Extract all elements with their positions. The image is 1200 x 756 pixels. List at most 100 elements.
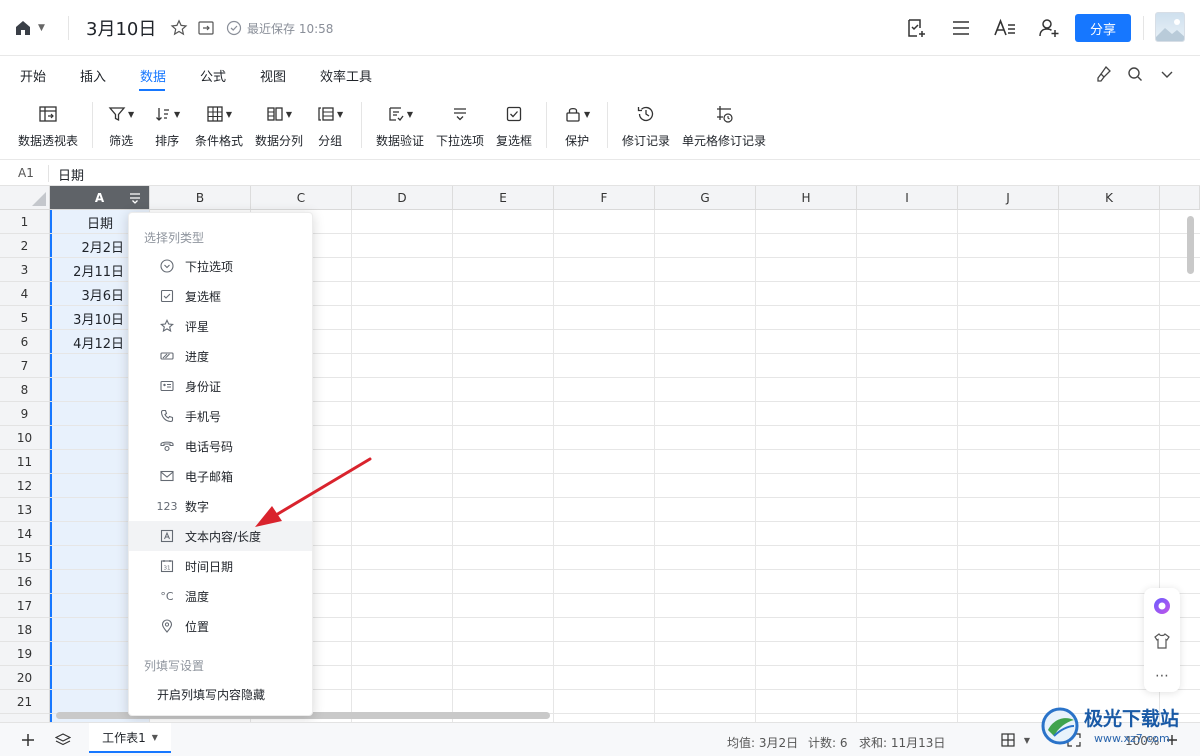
menu-item-star[interactable]: 评星 [129, 311, 312, 341]
row-header-17[interactable]: 17 [0, 594, 50, 618]
row-header-9[interactable]: 9 [0, 402, 50, 426]
menu-item-mail[interactable]: 电子邮箱 [129, 461, 312, 491]
column-header-f[interactable]: F [554, 186, 655, 210]
add-collaborator-icon[interactable] [1035, 14, 1063, 42]
column-header-c[interactable]: C [251, 186, 352, 210]
sheet-list-icon[interactable] [55, 732, 71, 748]
menu-item-label: 时间日期 [185, 559, 234, 574]
menu-item-telephone[interactable]: 电话号码 [129, 431, 312, 461]
row-header-19[interactable]: 19 [0, 642, 50, 666]
row-header-15[interactable]: 15 [0, 546, 50, 570]
dropdown-circle-icon [159, 258, 175, 274]
row-header-10[interactable]: 10 [0, 426, 50, 450]
stat-average: 均值: 3月2日 [727, 736, 799, 750]
column-header-i[interactable]: I [857, 186, 958, 210]
doc-add-icon[interactable] [902, 14, 930, 42]
conditional-format-button[interactable]: ▼ 条件格式 [195, 104, 243, 149]
tab-efficiency[interactable]: 效率工具 [320, 66, 372, 85]
menu-item-calendar[interactable]: 31 时间日期 [129, 551, 312, 581]
row-header-4[interactable]: 4 [0, 282, 50, 306]
filter-button[interactable]: ▼ 筛选 [108, 104, 134, 149]
row-header-14[interactable]: 14 [0, 522, 50, 546]
chevron-down-icon: ▼ [174, 109, 181, 119]
row-header-2[interactable]: 2 [0, 234, 50, 258]
row-header-1[interactable]: 1 [0, 210, 50, 234]
add-sheet-icon[interactable] [20, 732, 36, 748]
data-validation-button[interactable]: ▼ 数据验证 [376, 104, 424, 149]
skin-icon[interactable] [1152, 631, 1172, 651]
menu-item-id-card[interactable]: 身份证 [129, 371, 312, 401]
column-header-b[interactable]: B [150, 186, 251, 210]
row-header-7[interactable]: 7 [0, 354, 50, 378]
row-header-6[interactable]: 6 [0, 330, 50, 354]
checkbox-button[interactable]: 复选框 [496, 104, 532, 149]
doc-title[interactable]: 3月10日 [86, 15, 156, 41]
chevron-down-icon[interactable]: ▼ [152, 733, 158, 742]
revision-history-button[interactable]: 修订记录 [622, 104, 670, 149]
select-all-corner[interactable] [0, 186, 50, 210]
column-header-k[interactable]: K [1059, 186, 1160, 210]
group-button[interactable]: ▼ 分组 [317, 104, 343, 149]
tab-home[interactable]: 开始 [20, 66, 46, 85]
menu-item-progress[interactable]: 进度 [129, 341, 312, 371]
search-icon[interactable] [1121, 60, 1149, 88]
menu-item-temperature[interactable]: °C 温度 [129, 581, 312, 611]
menu-item-text[interactable]: 文本内容/长度 [129, 521, 312, 551]
filter-icon [108, 107, 126, 122]
cell-reference[interactable]: A1 [18, 166, 34, 180]
sheet-tab[interactable]: 工作表1 ▼ [89, 723, 171, 753]
cell-revision-history-button[interactable]: 单元格修订记录 [682, 104, 766, 149]
tab-view[interactable]: 视图 [260, 66, 286, 85]
row-header-11[interactable]: 11 [0, 450, 50, 474]
dropdown-option-button[interactable]: 下拉选项 [436, 104, 484, 149]
pivot-table-button[interactable]: 数据透视表 [18, 104, 78, 149]
column-header-a[interactable]: A [50, 186, 150, 210]
protect-button[interactable]: ▼ 保护 [564, 104, 590, 149]
grid-view-icon[interactable] [1000, 732, 1016, 748]
format-painter-icon[interactable] [1090, 60, 1118, 88]
ai-assistant-icon[interactable] [1152, 596, 1172, 616]
row-header-5[interactable]: 5 [0, 306, 50, 330]
tab-insert[interactable]: 插入 [80, 66, 106, 85]
dropdown-option-label: 下拉选项 [436, 134, 485, 148]
column-header-j[interactable]: J [958, 186, 1059, 210]
sort-button[interactable]: ▼ 排序 [154, 104, 180, 149]
menu-icon[interactable] [947, 14, 975, 42]
row-header-12[interactable]: 12 [0, 474, 50, 498]
menu-item-location[interactable]: 位置 [129, 611, 312, 641]
row-header-3[interactable]: 3 [0, 258, 50, 282]
move-to-icon[interactable] [196, 18, 216, 38]
row-header-20[interactable]: 20 [0, 666, 50, 690]
column-header-g[interactable]: G [655, 186, 756, 210]
row-header-18[interactable]: 18 [0, 618, 50, 642]
avatar[interactable] [1155, 12, 1185, 42]
pivot-table-icon [39, 106, 57, 122]
row-header-16[interactable]: 16 [0, 570, 50, 594]
share-button[interactable]: 分享 [1075, 14, 1131, 42]
split-column-button[interactable]: ▼ 数据分列 [255, 104, 303, 149]
star-icon[interactable] [169, 18, 189, 38]
chevron-down-icon: ▼ [584, 109, 591, 119]
column-header-h[interactable]: H [756, 186, 857, 210]
column-header-e[interactable]: E [453, 186, 554, 210]
menu-item-number[interactable]: 123 数字 [129, 491, 312, 521]
more-icon[interactable]: ⋯ [1152, 666, 1172, 686]
row-header-21[interactable]: 21 [0, 690, 50, 714]
data-validation-icon [389, 107, 404, 121]
vertical-scrollbar[interactable] [1187, 216, 1194, 274]
column-header-d[interactable]: D [352, 186, 453, 210]
row-header-13[interactable]: 13 [0, 498, 50, 522]
menu-item-hide-fill-content[interactable]: 开启列填写内容隐藏 [157, 686, 265, 703]
column-type-menu-icon[interactable] [127, 190, 143, 206]
formula-input[interactable]: 日期 [58, 165, 84, 184]
chevron-down-icon[interactable]: ▼ [1019, 732, 1035, 748]
tab-formula[interactable]: 公式 [200, 66, 226, 85]
menu-item-dropdown-circle[interactable]: 下拉选项 [129, 251, 312, 281]
menu-item-checkbox[interactable]: 复选框 [129, 281, 312, 311]
tab-data[interactable]: 数据 [140, 66, 166, 85]
text-format-icon[interactable] [991, 14, 1019, 42]
chevron-down-icon[interactable] [1153, 60, 1181, 88]
row-header-8[interactable]: 8 [0, 378, 50, 402]
menu-item-phone[interactable]: 手机号 [129, 401, 312, 431]
home-button[interactable]: ▼ [14, 16, 54, 40]
